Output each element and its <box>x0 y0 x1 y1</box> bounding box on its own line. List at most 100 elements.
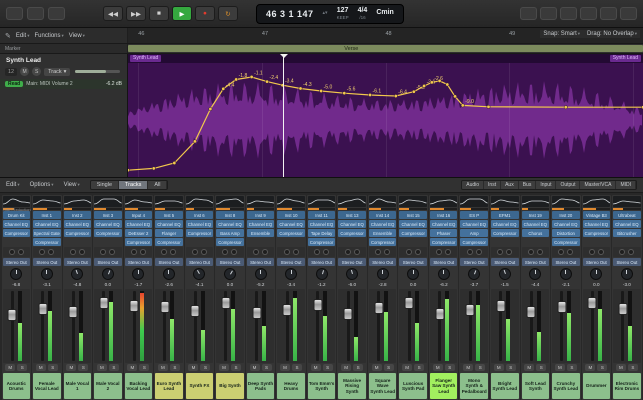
record-button[interactable]: ● <box>195 6 215 21</box>
insert-slot[interactable]: Compressor <box>399 229 427 237</box>
volume-fader[interactable] <box>466 304 475 316</box>
channel-name[interactable]: Deep Synth Pads <box>247 373 275 399</box>
solo-button[interactable]: S <box>567 364 577 371</box>
send-knob[interactable] <box>375 249 381 255</box>
instrument-slot[interactable]: EFM1 <box>491 211 519 219</box>
metronome-icon[interactable] <box>520 7 537 20</box>
eq-thumbnail[interactable] <box>33 196 61 207</box>
pan-knob[interactable] <box>590 268 602 280</box>
volume-fader[interactable] <box>130 300 139 312</box>
region-header[interactable]: Synth Lead Synth Lead <box>128 54 643 63</box>
pan-knob[interactable] <box>191 266 207 282</box>
channel-name[interactable]: Synth FX <box>186 373 214 399</box>
pan-knob[interactable] <box>255 268 267 280</box>
sends-area[interactable] <box>64 247 92 257</box>
insert-slot[interactable]: Channel EQ <box>399 220 427 228</box>
toggle-inspector-icon[interactable] <box>27 7 44 20</box>
solo-button[interactable]: S <box>353 364 363 371</box>
insert-slot[interactable]: Flanger <box>155 229 183 237</box>
mute-button[interactable]: M <box>219 364 229 371</box>
forward-button[interactable]: ▶▶ <box>126 6 146 21</box>
insert-slot[interactable]: Compressor <box>552 238 580 246</box>
send-knob[interactable] <box>528 249 534 255</box>
filter-button[interactable]: Audio <box>462 181 484 189</box>
insert-slot[interactable]: Compressor <box>3 229 31 237</box>
insert-slot[interactable]: Ensemble <box>369 229 397 237</box>
volume-fader[interactable] <box>38 303 47 315</box>
mute-button[interactable]: M <box>585 364 595 371</box>
solo-button[interactable]: S <box>475 364 485 371</box>
solo-button[interactable]: S <box>384 364 394 371</box>
eq-thumbnail[interactable] <box>399 196 427 207</box>
solo-button[interactable]: S <box>292 364 302 371</box>
solo-button[interactable]: S <box>262 364 272 371</box>
volume-fader[interactable] <box>99 297 108 309</box>
output-slot[interactable]: Stereo Out <box>460 258 488 266</box>
solo-button[interactable]: S <box>628 364 638 371</box>
quick-help-icon[interactable] <box>48 7 65 20</box>
sends-area[interactable] <box>308 247 336 257</box>
filter-button[interactable]: MIDI <box>616 181 636 189</box>
insert-slot[interactable]: Compressor <box>460 238 488 246</box>
channel-name[interactable]: Square Wave Synth Lead <box>369 373 397 399</box>
output-slot[interactable]: Stereo Out <box>125 258 153 266</box>
track-volume-slider[interactable] <box>75 70 120 73</box>
send-knob[interactable] <box>231 249 237 255</box>
eq-thumbnail[interactable] <box>247 196 275 207</box>
eq-thumbnail[interactable] <box>583 196 611 207</box>
output-slot[interactable]: Stereo Out <box>216 258 244 266</box>
mute-button[interactable]: M <box>127 364 137 371</box>
insert-slot[interactable]: Chorus <box>522 229 550 237</box>
instrument-slot[interactable]: Inst 3 <box>94 211 122 219</box>
insert-slot[interactable]: Compressor <box>338 229 366 237</box>
filter-button[interactable]: Bus <box>519 181 537 189</box>
solo-button[interactable]: S <box>78 364 88 371</box>
cycle-button[interactable]: ↻ <box>218 6 238 21</box>
channel-name[interactable]: Crunchy Synth Lead <box>552 373 580 399</box>
pan-knob[interactable] <box>163 268 175 280</box>
marker-lane[interactable]: Verse <box>128 44 643 53</box>
instrument-slot[interactable]: ES P <box>460 211 488 219</box>
send-knob[interactable] <box>140 249 146 255</box>
output-slot[interactable]: Stereo Out <box>430 258 458 266</box>
eq-thumbnail[interactable] <box>308 196 336 207</box>
insert-slot[interactable]: Channel EQ <box>125 220 153 228</box>
tempo-value[interactable]: 127 <box>337 7 349 15</box>
sends-area[interactable] <box>430 247 458 257</box>
insert-slot[interactable]: Compressor <box>94 229 122 237</box>
mute-button[interactable]: M <box>372 364 382 371</box>
mixer-icon[interactable] <box>580 7 597 20</box>
solo-button[interactable]: S <box>414 364 424 371</box>
pan-knob[interactable] <box>560 268 572 280</box>
volume-fader[interactable] <box>405 297 414 309</box>
pan-knob[interactable] <box>467 266 482 281</box>
drag-menu[interactable]: Drag: No Overlap ▾ <box>587 31 637 37</box>
sends-area[interactable] <box>460 247 488 257</box>
send-knob[interactable] <box>201 249 207 255</box>
send-knob[interactable] <box>293 249 299 255</box>
insert-slot[interactable]: Channel EQ <box>491 220 519 228</box>
mute-button[interactable]: M <box>97 364 107 371</box>
volume-fader[interactable] <box>496 300 505 312</box>
insert-slot[interactable]: Bass Amp <box>216 229 244 237</box>
sends-area[interactable] <box>94 247 122 257</box>
filter-button[interactable]: Aux <box>501 181 519 189</box>
mute-button[interactable]: M <box>250 364 260 371</box>
filter-button[interactable]: Inst <box>484 181 501 189</box>
sends-area[interactable] <box>3 247 31 257</box>
volume-fader[interactable] <box>283 304 292 316</box>
send-knob[interactable] <box>589 249 595 255</box>
send-knob[interactable] <box>284 249 290 255</box>
send-knob[interactable] <box>70 249 76 255</box>
output-slot[interactable]: Stereo Out <box>552 258 580 266</box>
insert-slot[interactable]: Channel EQ <box>155 220 183 228</box>
channel-name[interactable]: Drummer <box>583 373 611 399</box>
instrument-slot[interactable]: Vintage B3 <box>583 211 611 219</box>
sends-area[interactable] <box>491 247 519 257</box>
pan-knob[interactable] <box>377 268 389 280</box>
send-knob[interactable] <box>406 249 412 255</box>
insert-slot[interactable]: Compressor <box>430 238 458 246</box>
pan-knob[interactable] <box>497 266 512 281</box>
instrument-slot[interactable]: Input 4 <box>125 211 153 219</box>
insert-slot[interactable]: Channel EQ <box>583 220 611 228</box>
